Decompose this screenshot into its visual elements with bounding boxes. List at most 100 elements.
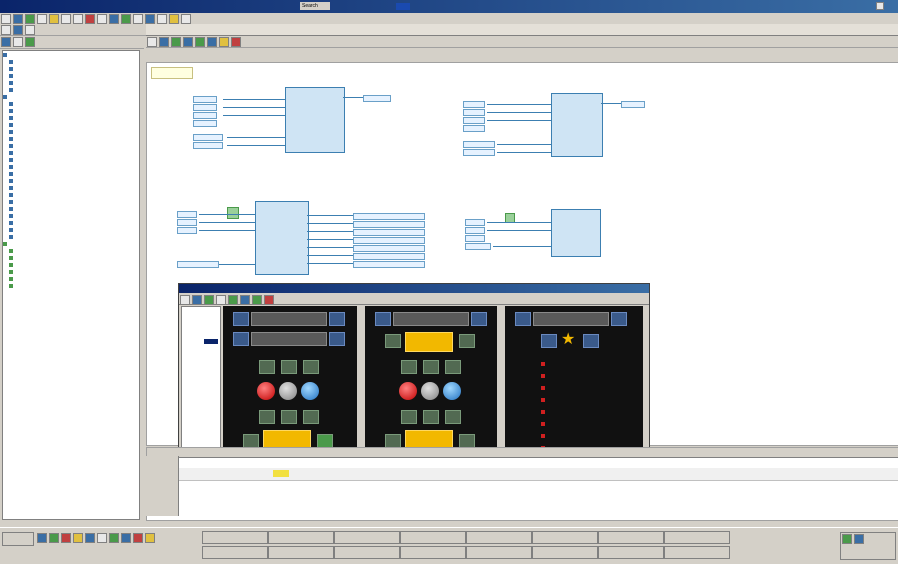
preview-tree[interactable] (181, 306, 221, 468)
input-pin[interactable] (465, 243, 491, 250)
tree-item[interactable] (3, 275, 139, 282)
tree-item[interactable] (3, 282, 139, 289)
run-icon[interactable] (109, 14, 119, 24)
project-tree[interactable] (2, 50, 140, 520)
tool-icon[interactable] (216, 295, 226, 305)
next-button[interactable] (583, 334, 599, 348)
taskbar-button[interactable] (598, 531, 664, 544)
tree-item[interactable] (3, 65, 139, 72)
taskbar-button[interactable] (664, 531, 730, 544)
grid-button[interactable] (459, 434, 475, 448)
output-pin[interactable] (353, 245, 425, 252)
taskbar-button[interactable] (334, 546, 400, 559)
grid-button[interactable] (281, 410, 297, 424)
taskbar-button[interactable] (532, 531, 598, 544)
tree-item[interactable] (3, 86, 139, 93)
app-icon[interactable] (121, 533, 131, 543)
window-controls[interactable] (876, 2, 894, 10)
block-icon[interactable] (159, 37, 169, 47)
tree-item[interactable] (3, 156, 139, 163)
input-pin[interactable] (463, 117, 485, 124)
delete-icon[interactable] (231, 37, 241, 47)
output-pin[interactable] (353, 213, 425, 220)
tree-item[interactable] (3, 191, 139, 198)
tree-item[interactable] (3, 240, 139, 247)
output-icon[interactable] (195, 37, 205, 47)
prev-button[interactable] (233, 332, 249, 346)
grid-button[interactable] (303, 360, 319, 374)
output-pin[interactable] (363, 95, 391, 102)
selected-item[interactable] (204, 339, 218, 344)
tool-icon[interactable] (264, 295, 274, 305)
input-pin[interactable] (465, 227, 485, 234)
open-icon[interactable] (13, 14, 23, 24)
tree-item[interactable] (3, 212, 139, 219)
debug-icon[interactable] (145, 14, 155, 24)
tree-item[interactable] (3, 128, 139, 135)
tree-item[interactable] (3, 135, 139, 142)
grid-button[interactable] (401, 360, 417, 374)
function-block[interactable] (551, 209, 601, 257)
start-button[interactable] (2, 532, 34, 546)
taskbar-button[interactable] (268, 531, 334, 544)
tree-item[interactable] (3, 184, 139, 191)
grid-button[interactable] (423, 410, 439, 424)
grid-icon[interactable] (169, 14, 179, 24)
input-pin[interactable] (193, 104, 217, 111)
taskbar-button[interactable] (202, 546, 268, 559)
document-tabs[interactable] (146, 24, 898, 36)
tree-item[interactable] (3, 107, 139, 114)
grid-button[interactable] (303, 410, 319, 424)
wire-icon[interactable] (171, 37, 181, 47)
input-pin[interactable] (193, 112, 217, 119)
tree-item[interactable] (3, 163, 139, 170)
taskbar-button[interactable] (466, 531, 532, 544)
copy-icon[interactable] (61, 14, 71, 24)
tool-icon[interactable] (204, 295, 214, 305)
tree-item[interactable] (3, 114, 139, 121)
grid-button[interactable] (401, 410, 417, 424)
app-icon[interactable] (73, 533, 83, 543)
grid-button[interactable] (459, 334, 475, 348)
grid-button[interactable] (445, 410, 461, 424)
tree-item[interactable] (3, 121, 139, 128)
app-icon[interactable] (85, 533, 95, 543)
tree-item[interactable] (3, 170, 139, 177)
tree-item[interactable] (3, 198, 139, 205)
input-pin[interactable] (177, 219, 197, 226)
output-row[interactable] (147, 468, 898, 481)
tree-item[interactable] (3, 177, 139, 184)
input-pin[interactable] (463, 141, 495, 148)
grid-button[interactable] (259, 410, 275, 424)
nav-left-button[interactable] (233, 312, 249, 326)
undo-icon[interactable] (85, 14, 95, 24)
grid-button[interactable] (385, 434, 401, 448)
settings-icon[interactable] (25, 25, 35, 35)
input-pin[interactable] (465, 235, 485, 242)
grid-button[interactable] (423, 360, 439, 374)
tool-icon[interactable] (252, 295, 262, 305)
input-pin[interactable] (177, 211, 197, 218)
taskbar-button[interactable] (598, 546, 664, 559)
search-box[interactable]: Search (300, 2, 330, 10)
tree-item[interactable] (3, 268, 139, 275)
nav-left-button[interactable] (375, 312, 391, 326)
zoom-icon[interactable] (157, 14, 167, 24)
volume-icon[interactable] (854, 534, 864, 544)
taskbar-button[interactable] (268, 546, 334, 559)
taskbar-button[interactable] (400, 546, 466, 559)
tree-item[interactable] (3, 247, 139, 254)
connect-icon[interactable] (207, 37, 217, 47)
tree-item[interactable] (3, 79, 139, 86)
new-icon[interactable] (1, 14, 11, 24)
network-icon[interactable] (842, 534, 852, 544)
plus-button[interactable] (317, 434, 333, 448)
build-icon[interactable] (121, 14, 131, 24)
tree-item[interactable] (3, 261, 139, 268)
output-side-controls[interactable] (146, 456, 179, 516)
save-icon[interactable] (25, 14, 35, 24)
app-icon[interactable] (109, 533, 119, 543)
tree-item[interactable] (3, 205, 139, 212)
nav-left-button[interactable] (515, 312, 531, 326)
align-icon[interactable] (181, 14, 191, 24)
